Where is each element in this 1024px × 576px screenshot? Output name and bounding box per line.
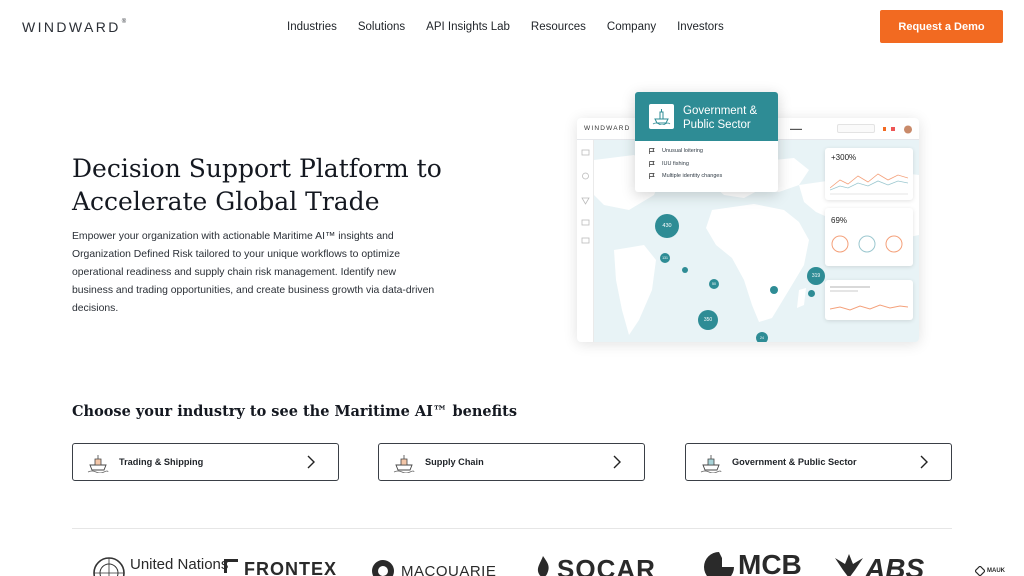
gov-card-item: Unusual loitering — [649, 148, 703, 154]
industry-card-supply-chain[interactable]: Supply Chain — [378, 443, 645, 481]
industry-card-government[interactable]: Government & Public Sector — [685, 443, 952, 481]
ship-icon — [649, 104, 674, 129]
windward-logo[interactable]: WINDWARD® — [22, 19, 126, 35]
map-cluster-dot — [770, 286, 778, 294]
eagle-icon — [835, 554, 863, 576]
map-cluster: 131 — [660, 253, 670, 263]
ship-icon — [700, 455, 722, 473]
map-cluster-dot — [808, 290, 815, 297]
map-cluster: 24 — [756, 332, 768, 342]
flame-icon — [537, 556, 549, 576]
hero-title: Decision Support Platform to Accelerate … — [72, 154, 442, 216]
industry-section-title: Choose your industry to see the Maritime… — [72, 403, 518, 420]
site-header: WINDWARD® Industries Solutions API Insig… — [0, 0, 1024, 56]
map-cluster: 319 — [807, 267, 825, 285]
flag-icon — [649, 161, 655, 167]
nav-api-insights-lab[interactable]: API Insights Lab — [426, 21, 510, 33]
stats-panel-line — [825, 280, 913, 320]
un-emblem-icon — [93, 557, 125, 576]
main-nav: Industries Solutions API Insights Lab Re… — [287, 21, 745, 33]
partner-logo-un: United Nations — [92, 556, 228, 576]
nav-company[interactable]: Company — [607, 21, 656, 33]
chevron-right-icon — [307, 455, 315, 469]
partner-logo-abs: ABS — [835, 554, 924, 576]
dashboard-tab: ▬▬▬ — [790, 126, 802, 131]
stat-increase: +300% — [831, 153, 857, 162]
macquarie-emblem-icon — [372, 560, 394, 576]
mcb-emblem-icon — [704, 552, 734, 576]
sidebar-icons — [581, 149, 590, 244]
nav-investors[interactable]: Investors — [677, 21, 724, 33]
map-cluster: 430 — [655, 214, 679, 238]
industry-card-label: Supply Chain — [425, 457, 484, 467]
stat-percent: 69% — [831, 216, 848, 225]
dashboard-search — [837, 124, 875, 133]
ship-icon — [393, 455, 415, 473]
gov-card-item: IUU fishing — [649, 161, 689, 167]
government-sector-card: Government & Public Sector Unusual loite… — [635, 92, 778, 192]
mauk-emblem-icon — [975, 566, 985, 576]
dashboard-sidebar — [577, 140, 594, 342]
partner-logo-mauk: MAUK — [975, 566, 1005, 576]
partner-logo-mcb: MCB — [702, 550, 802, 576]
map-cluster-dot — [682, 267, 688, 273]
nav-industries[interactable]: Industries — [287, 21, 337, 33]
partner-logo-macquarie: MACQUARIE — [371, 559, 496, 576]
line-chart — [830, 286, 908, 311]
nav-solutions[interactable]: Solutions — [358, 21, 405, 33]
ship-icon — [87, 455, 109, 473]
industry-card-label: Trading & Shipping — [119, 457, 204, 467]
dashboard-logo: WINDWARD — [584, 125, 631, 132]
request-demo-button[interactable]: Request a Demo — [880, 10, 1003, 43]
partner-logo-frontex: FRONTEX — [224, 559, 337, 576]
gov-card-title: Government & Public Sector — [683, 105, 758, 131]
gov-card-header: Government & Public Sector — [635, 92, 778, 141]
trend-chart — [830, 173, 908, 195]
industry-card-trading-shipping[interactable]: Trading & Shipping — [72, 443, 339, 481]
stats-panel-gauges: 69% — [825, 208, 913, 266]
hero-description: Empower your organization with actionabl… — [72, 231, 435, 314]
section-divider — [72, 528, 952, 529]
flag-icon — [649, 148, 655, 154]
dashboard-user-icons — [883, 125, 912, 134]
map-cluster: 350 — [698, 310, 718, 330]
nav-resources[interactable]: Resources — [531, 21, 586, 33]
map-cluster: 50 — [709, 279, 719, 289]
gov-card-item: Multiple identity changes — [649, 173, 722, 179]
gauge-icons — [831, 235, 903, 253]
frontex-mark-icon — [224, 559, 238, 573]
stats-panel-trend: +300% — [825, 148, 913, 200]
industry-card-label: Government & Public Sector — [732, 457, 857, 467]
chevron-right-icon — [613, 455, 621, 469]
flag-icon — [649, 173, 655, 179]
partner-logo-socar: SOCAR — [535, 556, 656, 576]
chevron-right-icon — [920, 455, 928, 469]
